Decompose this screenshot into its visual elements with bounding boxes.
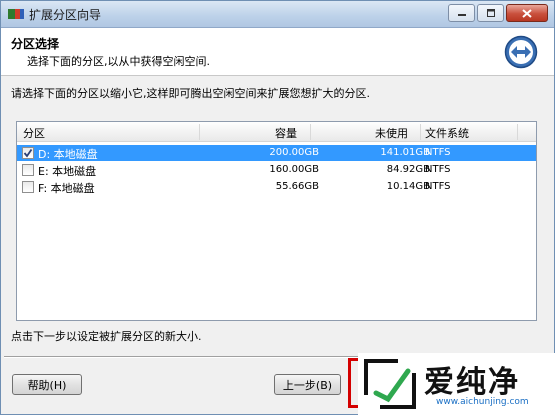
partition-filesystem: NTFS bbox=[425, 164, 451, 175]
partition-name: D: 本地磁盘 bbox=[38, 148, 98, 161]
column-divider bbox=[420, 124, 421, 140]
partition-free: 84.92GB bbox=[386, 164, 430, 175]
maximize-button[interactable] bbox=[477, 4, 504, 22]
watermark-text: 爱纯净 bbox=[424, 365, 520, 400]
column-divider bbox=[310, 124, 311, 140]
title-bar[interactable]: 扩展分区向导 bbox=[1, 1, 554, 28]
close-icon bbox=[522, 8, 532, 18]
footer-note: 点击下一步以设定被扩展分区的新大小. bbox=[11, 330, 202, 343]
partition-name: F: 本地磁盘 bbox=[38, 182, 95, 195]
partition-free: 141.01GB bbox=[380, 147, 430, 158]
page-title: 分区选择 bbox=[11, 37, 60, 51]
column-divider bbox=[517, 124, 518, 140]
back-button[interactable]: 上一步(B) bbox=[274, 374, 341, 395]
partition-filesystem: NTFS bbox=[425, 147, 451, 158]
wizard-window: 扩展分区向导 分区选择 选择下面的分区,以从中获得空闲空间. 请选择下面的分区以… bbox=[0, 0, 555, 415]
column-divider bbox=[199, 124, 200, 140]
app-icon bbox=[8, 9, 24, 19]
watermark-logo bbox=[364, 359, 416, 409]
table-row-f[interactable]: F: 本地磁盘 55.66GB 10.14GB NTFS bbox=[17, 179, 536, 195]
window-title: 扩展分区向导 bbox=[29, 8, 102, 22]
page-subtitle: 选择下面的分区,以从中获得空闲空间. bbox=[27, 55, 210, 68]
partition-capacity: 160.00GB bbox=[269, 164, 319, 175]
minimize-icon bbox=[457, 14, 466, 16]
partition-capacity: 55.66GB bbox=[275, 181, 319, 192]
column-header-free[interactable]: 未使用 bbox=[375, 125, 408, 141]
watermark: 爱纯净 www.aichunjing.com bbox=[358, 353, 555, 415]
help-button[interactable]: 帮助(H) bbox=[12, 374, 82, 395]
watermark-url: www.aichunjing.com bbox=[436, 397, 529, 407]
checkmark-icon bbox=[23, 148, 33, 158]
wizard-header: 分区选择 选择下面的分区,以从中获得空闲空间. bbox=[1, 28, 554, 76]
table-row-d[interactable]: D: 本地磁盘 200.00GB 141.01GB NTFS bbox=[17, 145, 536, 161]
partition-free: 10.14GB bbox=[386, 181, 430, 192]
maximize-icon bbox=[486, 9, 495, 17]
column-header-capacity[interactable]: 容量 bbox=[275, 125, 297, 141]
close-button[interactable] bbox=[506, 4, 548, 22]
partition-filesystem: NTFS bbox=[425, 181, 451, 192]
table-row-e[interactable]: E: 本地磁盘 160.00GB 84.92GB NTFS bbox=[17, 162, 536, 178]
partition-checkbox-e[interactable] bbox=[22, 164, 34, 176]
partition-capacity: 200.00GB bbox=[269, 147, 319, 158]
partition-checkbox-f[interactable] bbox=[22, 181, 34, 193]
instruction-text: 请选择下面的分区以缩小它,这样即可腾出空闲空间来扩展您想扩大的分区. bbox=[11, 87, 370, 100]
resize-arrows-icon bbox=[504, 35, 538, 69]
partition-checkbox-d[interactable] bbox=[22, 147, 34, 159]
partition-name: E: 本地磁盘 bbox=[38, 165, 97, 178]
window-controls bbox=[446, 4, 548, 22]
column-header-partition[interactable]: 分区 bbox=[23, 125, 45, 141]
partition-table: 分区 容量 未使用 文件系统 D: 本地磁盘 200.00GB 141.01GB… bbox=[16, 121, 537, 321]
column-header-filesystem[interactable]: 文件系统 bbox=[425, 125, 469, 141]
table-header: 分区 容量 未使用 文件系统 bbox=[17, 122, 536, 142]
minimize-button[interactable] bbox=[448, 4, 475, 22]
